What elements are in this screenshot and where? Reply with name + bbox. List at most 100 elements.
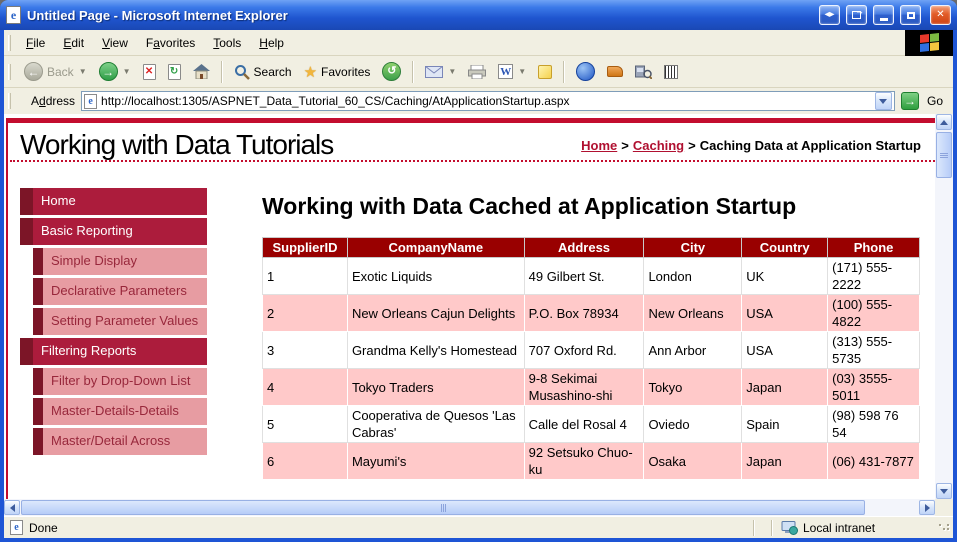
sidebar-item-master-details-details[interactable]: Master-Details-Details bbox=[33, 398, 207, 425]
vertical-scrollbar[interactable] bbox=[935, 114, 953, 499]
sidebar-item-label: Basic Reporting bbox=[41, 223, 133, 238]
breadcrumb: Home>Caching>Caching Data at Application… bbox=[581, 138, 921, 153]
page-title: Working with Data Cached at Application … bbox=[262, 192, 832, 221]
search-button[interactable]: Search bbox=[229, 61, 297, 83]
col-companyname: CompanyName bbox=[347, 238, 524, 258]
favorites-button[interactable]: ★ Favorites bbox=[299, 60, 376, 84]
scroll-down-button[interactable] bbox=[936, 483, 952, 499]
forward-button[interactable]: → ▼ bbox=[94, 59, 136, 84]
maximize-button[interactable] bbox=[900, 5, 921, 25]
menu-edit[interactable]: Edit bbox=[54, 31, 93, 55]
toolbar-grip-2[interactable] bbox=[8, 64, 11, 80]
forward-icon: → bbox=[99, 62, 118, 81]
table-row: 6Mayumi's92 Setsuko Chuo-kuOsakaJapan(06… bbox=[263, 443, 920, 480]
address-dropdown-button[interactable] bbox=[875, 92, 892, 110]
forward-dropdown-icon[interactable]: ▼ bbox=[123, 67, 131, 76]
restore-left-right-button[interactable]: ◂▸ bbox=[819, 5, 840, 25]
back-button[interactable]: ← Back ▼ bbox=[19, 59, 92, 84]
history-button[interactable]: ↺ bbox=[377, 59, 406, 84]
sidebar-item-simple-display[interactable]: Simple Display bbox=[33, 248, 207, 275]
address-url: http://localhost:1305/ASPNET_Data_Tutori… bbox=[101, 94, 871, 108]
windows-flag-icon bbox=[920, 33, 939, 52]
menu-file[interactable]: File bbox=[17, 31, 54, 55]
word-icon: W bbox=[498, 64, 513, 79]
stop-icon: ✕ bbox=[143, 64, 156, 80]
go-label[interactable]: Go bbox=[927, 94, 943, 108]
find-icon bbox=[635, 64, 652, 79]
status-separator bbox=[771, 520, 773, 536]
security-zone-pane: Local intranet bbox=[781, 521, 931, 535]
sidebar-item-label: Filter by Drop-Down List bbox=[51, 373, 190, 388]
edit-dropdown-icon[interactable]: ▼ bbox=[518, 67, 526, 76]
minimize-button[interactable] bbox=[873, 5, 894, 25]
go-button[interactable]: → bbox=[901, 92, 919, 110]
search-icon bbox=[234, 64, 250, 80]
toolbar-grip-3[interactable] bbox=[8, 93, 11, 109]
vertical-scroll-thumb[interactable] bbox=[936, 132, 952, 178]
encoding-button[interactable] bbox=[659, 62, 683, 82]
print-button[interactable] bbox=[463, 62, 491, 82]
discuss-button[interactable] bbox=[533, 62, 557, 82]
back-dropdown-icon[interactable]: ▼ bbox=[79, 67, 87, 76]
mail-button[interactable]: ▼ bbox=[420, 63, 461, 81]
table-row: 1Exotic Liquids49 Gilbert St.LondonUK(17… bbox=[263, 258, 920, 295]
breadcrumb-caching-link[interactable]: Caching bbox=[633, 138, 684, 153]
ie-page-icon: e bbox=[6, 6, 21, 24]
stop-button[interactable]: ✕ bbox=[138, 61, 161, 83]
sidebar-item-declarative-parameters[interactable]: Declarative Parameters bbox=[33, 278, 207, 305]
find-button[interactable] bbox=[630, 61, 657, 82]
address-label: Address bbox=[31, 94, 75, 108]
nav-strip bbox=[20, 218, 33, 245]
header-accent-bar bbox=[6, 118, 935, 123]
title-bar: e Untitled Page - Microsoft Internet Exp… bbox=[0, 0, 957, 30]
messenger-button[interactable] bbox=[571, 59, 600, 84]
nav-strip bbox=[33, 398, 43, 425]
sidebar-item-filter-by-dropdown-list[interactable]: Filter by Drop-Down List bbox=[33, 368, 207, 395]
scroll-right-button[interactable] bbox=[919, 500, 935, 515]
maximize-icon bbox=[907, 12, 915, 19]
col-address: Address bbox=[524, 238, 644, 258]
sidebar-item-label: Declarative Parameters bbox=[51, 283, 187, 298]
status-message-pane: e Done bbox=[4, 520, 745, 535]
windows-logo bbox=[905, 30, 953, 56]
nav-strip bbox=[20, 338, 33, 365]
close-button[interactable]: ✕ bbox=[930, 5, 951, 25]
dotted-divider bbox=[10, 160, 935, 162]
nav-strip bbox=[33, 308, 43, 335]
local-intranet-icon bbox=[781, 521, 798, 535]
scroll-up-button[interactable] bbox=[936, 114, 952, 130]
sidebar-item-master-detail-across[interactable]: Master/Detail Across bbox=[33, 428, 207, 455]
content-viewport: Working with Data Tutorials Home>Caching… bbox=[4, 114, 953, 516]
address-input[interactable]: e http://localhost:1305/ASPNET_Data_Tuto… bbox=[81, 91, 895, 111]
breadcrumb-home-link[interactable]: Home bbox=[581, 138, 617, 153]
status-text: Done bbox=[29, 521, 58, 535]
table-header-row: SupplierID CompanyName Address City Coun… bbox=[263, 238, 920, 258]
web-page: Working with Data Tutorials Home>Caching… bbox=[4, 114, 935, 499]
horizontal-scrollbar[interactable] bbox=[4, 499, 935, 516]
toolbar-separator bbox=[412, 61, 414, 83]
menu-favorites[interactable]: Favorites bbox=[137, 31, 204, 55]
horizontal-scroll-thumb[interactable] bbox=[21, 500, 865, 515]
left-accent-line bbox=[6, 118, 8, 499]
mail-dropdown-icon[interactable]: ▼ bbox=[448, 67, 456, 76]
research-button[interactable] bbox=[602, 63, 628, 80]
sidebar-item-basic-reporting[interactable]: Basic Reporting bbox=[20, 218, 207, 245]
table-row: 5Cooperativa de Quesos 'Las Cabras'Calle… bbox=[263, 406, 920, 443]
popout-button[interactable] bbox=[846, 5, 867, 25]
resize-grip[interactable] bbox=[939, 524, 951, 536]
menu-tools[interactable]: Tools bbox=[204, 31, 250, 55]
sidebar-item-home[interactable]: Home bbox=[20, 188, 207, 215]
back-label: Back bbox=[47, 65, 74, 79]
sidebar-item-filtering-reports[interactable]: Filtering Reports bbox=[20, 338, 207, 365]
toolbar-separator bbox=[221, 61, 223, 83]
scroll-left-button[interactable] bbox=[4, 500, 20, 515]
toolbar-grip[interactable] bbox=[8, 35, 11, 51]
home-button[interactable] bbox=[188, 61, 215, 82]
sidebar-item-setting-parameter-values[interactable]: Setting Parameter Values bbox=[33, 308, 207, 335]
site-title: Working with Data Tutorials bbox=[20, 129, 333, 161]
menu-view[interactable]: View bbox=[93, 31, 137, 55]
menu-help[interactable]: Help bbox=[250, 31, 293, 55]
refresh-button[interactable]: ↻ bbox=[163, 61, 186, 83]
sidebar-item-label: Filtering Reports bbox=[41, 343, 136, 358]
edit-with-word-button[interactable]: W ▼ bbox=[493, 61, 531, 82]
